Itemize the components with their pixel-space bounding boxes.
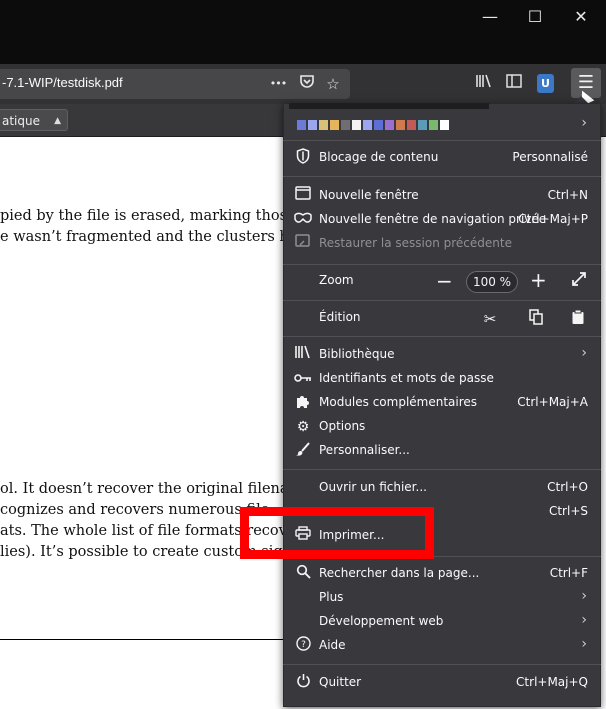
menu-item-logins[interactable]: Identifiants et mots de passe — [283, 367, 601, 391]
restore-session-icon — [293, 234, 313, 254]
menu-item-content-blocking[interactable]: Blocage de contenu Personnalisé — [283, 146, 601, 170]
highlight-box — [240, 507, 434, 559]
theme-swatch — [396, 120, 405, 130]
menu-separator — [283, 336, 601, 337]
menu-item-more[interactable]: Plus › — [283, 586, 601, 610]
title-bar — [0, 0, 606, 64]
gear-icon: ⚙ — [296, 419, 310, 435]
menu-item-new-window[interactable]: Nouvelle fenêtre Ctrl+N — [283, 184, 601, 208]
menu-item-open-file[interactable]: Ouvrir un fichier... Ctrl+O — [283, 476, 601, 500]
close-button[interactable]: ✕ — [569, 8, 593, 26]
pdf-text-line: ol. It doesn’t recover the original file… — [0, 481, 319, 497]
copy-icon[interactable] — [526, 309, 546, 329]
chevron-right-icon: › — [581, 612, 587, 628]
pdf-footnote-rule — [0, 639, 300, 640]
zoom-in-button[interactable]: + — [530, 268, 547, 292]
pdf-text-line: pied by the file is erased, marking thos… — [0, 208, 325, 224]
page-actions-icon[interactable]: ••• — [267, 73, 289, 95]
select-arrows-icon: ▲ — [54, 116, 61, 126]
paste-icon[interactable] — [568, 309, 588, 329]
puzzle-piece-icon — [293, 393, 313, 413]
bookmark-star-icon[interactable]: ☆ — [322, 73, 344, 95]
menu-item-help[interactable]: ? Aide › — [283, 634, 601, 658]
theme-swatch — [374, 120, 383, 130]
pdf-text-line: cognizes and recovers numerous file — [0, 502, 270, 518]
sidebar-icon[interactable] — [503, 73, 525, 95]
menu-item-addons[interactable]: Modules complémentaires Ctrl+Maj+A — [283, 391, 601, 415]
theme-swatch — [308, 120, 317, 130]
shield-icon — [293, 148, 313, 168]
maximize-button[interactable]: ☐ — [523, 8, 547, 26]
theme-swatch — [363, 120, 372, 130]
theme-swatch — [440, 120, 449, 130]
menu-separator — [283, 140, 601, 141]
theme-swatch — [407, 120, 416, 130]
theme-swatch — [352, 120, 361, 130]
zoom-out-button[interactable]: − — [436, 269, 453, 293]
ublock-shield-icon[interactable]: U — [537, 74, 554, 93]
url-text[interactable]: -7.1-WIP/testdisk.pdf — [2, 75, 123, 90]
private-mask-icon — [293, 210, 313, 230]
theme-swatch — [429, 120, 438, 130]
svg-text:?: ? — [301, 640, 306, 650]
theme-swatch — [341, 120, 350, 130]
power-icon — [293, 673, 313, 693]
new-window-icon — [293, 186, 313, 206]
menu-separator — [283, 300, 601, 301]
chevron-right-icon: › — [581, 115, 587, 131]
library-icon[interactable] — [473, 73, 495, 95]
chevron-right-icon: › — [581, 636, 587, 652]
theme-swatch — [297, 120, 306, 130]
library-icon — [293, 345, 313, 365]
menu-item-library[interactable]: Bibliothèque › — [283, 343, 601, 367]
menu-separator — [283, 664, 601, 665]
help-icon: ? — [293, 636, 313, 656]
zoom-reset-button[interactable]: 100 % — [466, 271, 518, 293]
menu-item-customize[interactable]: Personnaliser... — [283, 439, 601, 463]
menu-separator — [283, 469, 601, 470]
key-icon — [293, 369, 313, 389]
theme-swatch — [319, 120, 328, 130]
theme-swatch — [330, 120, 339, 130]
menu-item-private-window[interactable]: Nouvelle fenêtre de navigation privée Ct… — [283, 208, 601, 232]
menu-separator — [283, 176, 601, 177]
search-icon — [293, 564, 313, 584]
menu-item-edit: Édition — [319, 310, 361, 324]
minimize-button[interactable]: — — [478, 8, 502, 26]
theme-swatch — [418, 120, 427, 130]
paintbrush-icon — [293, 441, 313, 461]
theme-swatch — [385, 120, 394, 130]
chevron-right-icon: › — [581, 588, 587, 604]
menu-item-restore-session: Restaurer la session précédente — [283, 232, 601, 256]
chevron-right-icon: › — [581, 345, 587, 361]
menu-item-quit[interactable]: Quitter Ctrl+Maj+Q — [283, 671, 601, 695]
menu-header-strip — [289, 103, 489, 109]
menu-item-web-developer[interactable]: Développement web › — [283, 610, 601, 634]
menu-item-find[interactable]: Rechercher dans la page... Ctrl+F — [283, 562, 601, 586]
url-bar[interactable]: -7.1-WIP/testdisk.pdf ••• ☆ — [0, 69, 350, 99]
fullscreen-icon[interactable] — [569, 271, 589, 291]
menu-separator — [283, 264, 601, 265]
cut-icon[interactable]: ✂ — [480, 309, 500, 329]
menu-item-options[interactable]: ⚙ Options — [283, 415, 601, 439]
pocket-icon[interactable] — [296, 73, 318, 95]
pdf-text-line: e wasn’t fragmented and the clusters hav… — [0, 229, 324, 245]
pdf-zoom-select[interactable]: atique ▲ — [0, 109, 68, 131]
